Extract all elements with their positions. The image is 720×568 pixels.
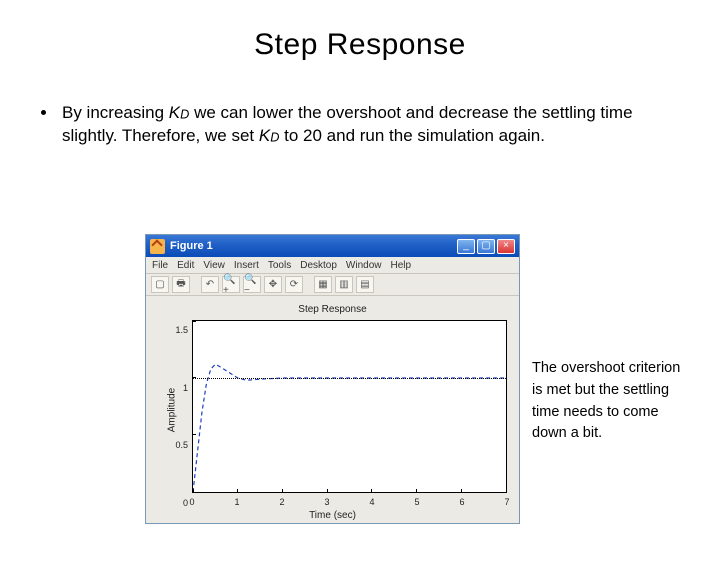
insert-legend-icon[interactable]: ▥: [335, 276, 353, 293]
y-tick-label: 1.5: [168, 325, 188, 335]
insert-colorbar-icon[interactable]: ▦: [314, 276, 332, 293]
y-axis-label: Amplitude: [167, 387, 178, 431]
rotate-icon[interactable]: ↶: [201, 276, 219, 293]
close-button[interactable]: ×: [497, 239, 515, 254]
matlab-icon: [150, 239, 165, 254]
bullet-part: By increasing: [62, 103, 169, 122]
hide-tools-icon[interactable]: ▤: [356, 276, 374, 293]
response-curve: [193, 321, 506, 492]
maximize-button[interactable]: ▢: [477, 239, 495, 254]
kd-subscript: D: [180, 107, 189, 122]
toolbar: ▢ 🖶 ↶ 🔍+ 🔍− ✥ ⟳ ▦ ▥ ▤: [146, 274, 519, 296]
x-tick-label: 1: [234, 497, 239, 507]
bullet-part: to 20 and run the simulation again.: [279, 126, 545, 145]
menu-desktop[interactable]: Desktop: [300, 260, 337, 271]
window-title: Figure 1: [170, 240, 452, 252]
x-tick-label: 4: [369, 497, 374, 507]
y-tick-label: 1: [168, 383, 188, 393]
print-icon[interactable]: 🖶: [172, 276, 190, 293]
menu-help[interactable]: Help: [391, 260, 412, 271]
y-tick-label: 0.5: [168, 440, 188, 450]
menubar: File Edit View Insert Tools Desktop Wind…: [146, 257, 519, 274]
bullet-text: By increasing KD we can lower the oversh…: [40, 102, 680, 148]
chart-title: Step Response: [152, 304, 513, 315]
menu-tools[interactable]: Tools: [268, 260, 291, 271]
x-tick-label: 3: [324, 497, 329, 507]
axes: [192, 320, 507, 493]
x-tick-label: 6: [459, 497, 464, 507]
menu-window[interactable]: Window: [346, 260, 382, 271]
pan-icon[interactable]: ✥: [264, 276, 282, 293]
menu-insert[interactable]: Insert: [234, 260, 259, 271]
menu-file[interactable]: File: [152, 260, 168, 271]
side-caption: The overshoot criterion is met but the s…: [532, 358, 692, 445]
minimize-button[interactable]: _: [457, 239, 475, 254]
x-tick-label: 0: [189, 497, 194, 507]
rotate3d-icon[interactable]: ⟳: [285, 276, 303, 293]
x-tick-label: 7: [504, 497, 509, 507]
new-figure-icon[interactable]: ▢: [151, 276, 169, 293]
x-tick-label: 5: [414, 497, 419, 507]
window-titlebar[interactable]: Figure 1 _ ▢ ×: [146, 235, 519, 257]
x-axis-label: Time (sec): [146, 510, 519, 521]
figure-window: Figure 1 _ ▢ × File Edit View Insert Too…: [145, 234, 520, 524]
y-tick-label: 0: [168, 498, 188, 508]
plot-area: Step Response Amplitude Time (sec) 0 1 2 3 4…: [146, 296, 519, 523]
x-tick-label: 2: [279, 497, 284, 507]
menu-view[interactable]: View: [203, 260, 225, 271]
zoom-out-icon[interactable]: 🔍−: [243, 276, 261, 293]
reference-line: [193, 378, 506, 379]
zoom-in-icon[interactable]: 🔍+: [222, 276, 240, 293]
menu-edit[interactable]: Edit: [177, 260, 194, 271]
kd-symbol: K: [169, 103, 180, 122]
page-title: Step Response: [0, 28, 720, 62]
kd-symbol: K: [259, 126, 270, 145]
